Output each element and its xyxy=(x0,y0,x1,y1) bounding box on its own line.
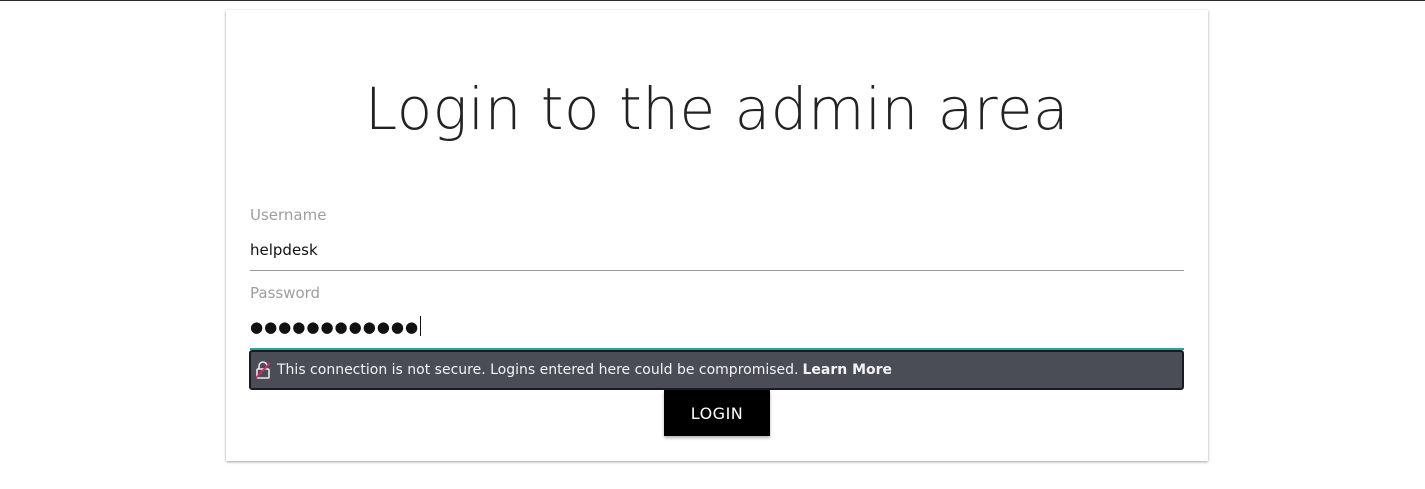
learn-more-link[interactable]: Learn More xyxy=(802,362,892,378)
username-input[interactable] xyxy=(250,239,1184,261)
insecure-login-warning: This connection is not secure. Logins en… xyxy=(249,350,1184,390)
insecure-lock-icon xyxy=(255,361,271,379)
login-button[interactable]: LOGIN xyxy=(664,390,770,436)
username-label: Username xyxy=(250,206,327,224)
warning-message: This connection is not secure. Logins en… xyxy=(277,362,799,378)
username-underline xyxy=(250,270,1184,271)
text-caret xyxy=(420,316,422,336)
password-masked-value: ●●●●●●●●●●●● xyxy=(250,318,420,336)
password-label: Password xyxy=(250,284,321,302)
top-border xyxy=(0,0,1425,1)
password-input[interactable]: ●●●●●●●●●●●● xyxy=(250,316,422,336)
page-title: Login to the admin area xyxy=(364,75,1070,143)
login-card: Login to the admin area Username Passwor… xyxy=(226,10,1208,461)
